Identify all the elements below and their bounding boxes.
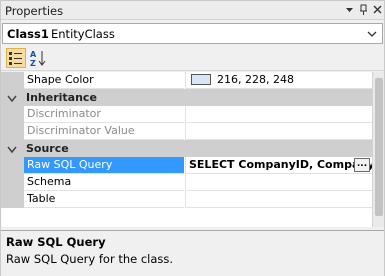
- property-name: Shape Color: [24, 72, 184, 89]
- properties-panel: Properties Class1 EntityClass A Z Shape …: [0, 0, 385, 276]
- pin-icon[interactable]: [357, 3, 370, 17]
- property-name: Raw SQL Query: [24, 157, 184, 174]
- object-name: Class1: [7, 27, 49, 41]
- property-row-raw-sql-query[interactable]: Raw SQL Query SELECT CompanyID, CompanyN…: [1, 157, 372, 174]
- window-position-dropdown-icon[interactable]: [343, 3, 356, 17]
- property-value[interactable]: [185, 174, 372, 191]
- color-swatch: [191, 74, 211, 85]
- property-name: Discriminator: [24, 106, 184, 123]
- collapse-icon[interactable]: [7, 93, 17, 103]
- title-bar: Properties: [1, 1, 384, 20]
- categorized-icon: [9, 52, 22, 65]
- property-name: Schema: [24, 174, 184, 191]
- category-source[interactable]: Source: [1, 140, 372, 157]
- collapse-icon[interactable]: [7, 144, 17, 154]
- property-row-discriminator[interactable]: Discriminator: [1, 106, 372, 123]
- ellipsis-button[interactable]: ...: [354, 158, 370, 172]
- property-row-table[interactable]: Table: [1, 191, 372, 208]
- sort-alphabetical-icon: A Z: [30, 50, 46, 68]
- close-icon[interactable]: [371, 3, 384, 17]
- property-value[interactable]: [185, 123, 372, 140]
- property-row-discriminator-value[interactable]: Discriminator Value: [1, 123, 372, 140]
- object-selector[interactable]: Class1 EntityClass: [2, 23, 383, 44]
- description-text: Raw SQL Query for the class.: [6, 252, 174, 266]
- property-value[interactable]: SELECT CompanyID, CompanyName ...: [185, 157, 372, 174]
- category-label: Source: [26, 142, 69, 155]
- property-grid: Shape Color 216, 228, 248 Inheritance Di…: [1, 72, 372, 227]
- vertical-scrollbar[interactable]: [372, 72, 384, 227]
- category-label: Inheritance: [26, 91, 97, 104]
- property-name: Table: [24, 191, 184, 208]
- chevron-down-icon[interactable]: [365, 26, 379, 41]
- svg-text:A: A: [30, 50, 37, 59]
- description-title: Raw SQL Query: [6, 235, 106, 249]
- object-type: EntityClass: [51, 27, 115, 41]
- alphabetical-button[interactable]: A Z: [28, 48, 48, 68]
- raw-sql-value[interactable]: SELECT CompanyID, CompanyName: [189, 158, 372, 171]
- svg-text:Z: Z: [30, 59, 36, 68]
- toolbar: A Z: [1, 46, 384, 71]
- category-inheritance[interactable]: Inheritance: [1, 89, 372, 106]
- property-value[interactable]: 216, 228, 248: [185, 72, 372, 89]
- property-value[interactable]: [185, 191, 372, 208]
- panel-title: Properties: [5, 4, 64, 18]
- description-pane: Raw SQL Query Raw SQL Query for the clas…: [1, 230, 384, 276]
- scrollbar-thumb[interactable]: [375, 78, 383, 216]
- property-value[interactable]: [185, 106, 372, 123]
- property-name: Discriminator Value: [24, 123, 184, 140]
- property-row-shape-color[interactable]: Shape Color 216, 228, 248: [1, 72, 372, 89]
- categorized-button[interactable]: [6, 48, 26, 68]
- property-row-schema[interactable]: Schema: [1, 174, 372, 191]
